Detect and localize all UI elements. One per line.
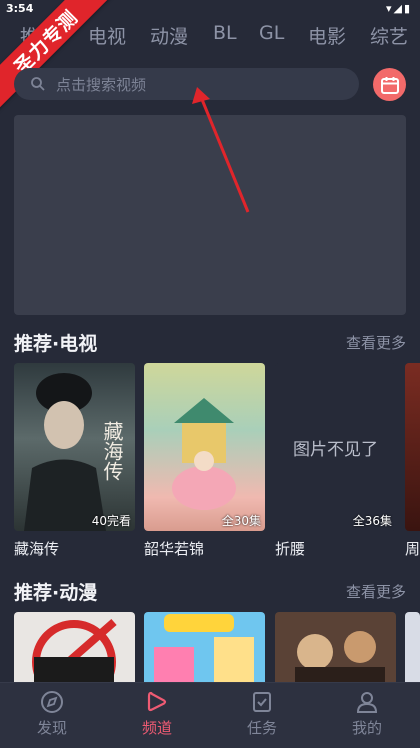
tab-movie[interactable]: 电影 bbox=[308, 22, 346, 49]
bottom-nav: 发现 频道 任务 我的 bbox=[0, 682, 420, 748]
card-zheyao[interactable]: 图片不见了 全36集 折腰 bbox=[275, 363, 396, 559]
anime-card-1[interactable] bbox=[14, 612, 135, 682]
nav-discover[interactable]: 发现 bbox=[12, 689, 92, 738]
battery-icon: ▮ bbox=[403, 2, 412, 15]
view-more-anime[interactable]: 查看更多 bbox=[346, 581, 406, 602]
nav-label: 任务 bbox=[246, 719, 277, 737]
poster-image: 藏海传 40完看 bbox=[14, 363, 135, 531]
section-title-anime: 推荐·动漫 bbox=[14, 582, 98, 604]
tab-variety[interactable]: 综艺 bbox=[370, 22, 408, 49]
poster-image bbox=[32, 618, 117, 682]
card-canghaizhuan[interactable]: 藏海传 40完看 藏海传 bbox=[14, 363, 135, 559]
poster-image: 全30集 bbox=[144, 363, 265, 531]
hero-banner[interactable] bbox=[14, 115, 406, 315]
search-input[interactable]: 点击搜索视频 bbox=[14, 68, 359, 100]
nav-channel[interactable]: 频道 bbox=[117, 689, 197, 738]
poster-image bbox=[295, 631, 385, 682]
nav-tasks[interactable]: 任务 bbox=[222, 689, 302, 738]
poster-image bbox=[405, 363, 420, 531]
view-more-tv[interactable]: 查看更多 bbox=[346, 332, 406, 353]
tab-bl[interactable]: BL bbox=[213, 22, 237, 44]
tab-tv[interactable]: 电视 bbox=[88, 22, 126, 49]
episode-badge: 40完看 bbox=[91, 514, 131, 528]
search-icon bbox=[31, 77, 45, 91]
task-check-icon bbox=[253, 692, 271, 712]
anime-card-2[interactable] bbox=[144, 612, 265, 682]
poster-title-text: 藏海传 bbox=[100, 421, 124, 481]
nav-label: 我的 bbox=[351, 719, 382, 737]
card-title: 周 bbox=[405, 540, 420, 558]
poster-figure bbox=[172, 398, 236, 510]
anime-card-partial[interactable] bbox=[405, 612, 420, 682]
nav-mine[interactable]: 我的 bbox=[327, 689, 407, 738]
poster-image bbox=[154, 614, 254, 682]
episode-badge: 全36集 bbox=[352, 514, 392, 528]
card-shaohuaruojin[interactable]: 全30集 韶华若锦 bbox=[144, 363, 265, 559]
anime-row bbox=[0, 612, 420, 682]
tab-gl[interactable]: GL bbox=[259, 22, 284, 44]
search-placeholder: 点击搜索视频 bbox=[56, 76, 147, 94]
card-partial[interactable]: 周 bbox=[405, 363, 420, 559]
calendar-button[interactable] bbox=[373, 68, 406, 101]
episode-badge: 全30集 bbox=[221, 514, 261, 528]
anime-card-3[interactable] bbox=[275, 612, 396, 682]
signal-icon: ◢ bbox=[393, 2, 404, 15]
nav-label: 发现 bbox=[36, 719, 67, 737]
calendar-icon bbox=[380, 76, 399, 94]
nav-label: 频道 bbox=[141, 719, 172, 737]
card-title: 折腰 bbox=[275, 540, 306, 558]
image-missing-text: 图片不见了 bbox=[275, 363, 396, 531]
tab-anime[interactable]: 动漫 bbox=[150, 22, 188, 49]
compass-icon bbox=[41, 691, 63, 713]
section-title-tv: 推荐·电视 bbox=[14, 333, 98, 355]
status-time: 3:54 bbox=[6, 2, 34, 15]
card-title: 韶华若锦 bbox=[144, 540, 205, 558]
user-icon bbox=[356, 692, 378, 713]
play-icon bbox=[147, 691, 167, 712]
status-icons: ▾◢▮ bbox=[386, 2, 412, 15]
poster-image: 图片不见了 全36集 bbox=[275, 363, 396, 531]
card-title: 藏海传 bbox=[14, 540, 60, 558]
